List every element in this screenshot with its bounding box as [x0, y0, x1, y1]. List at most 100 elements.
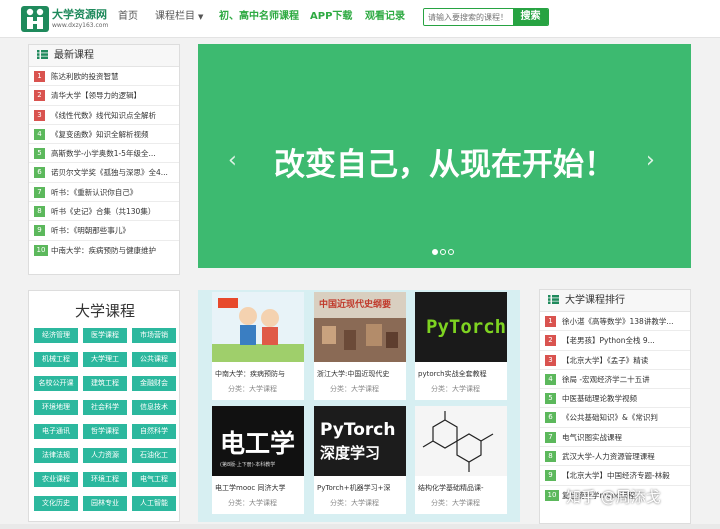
category-tag[interactable]: 名校公开课 [34, 376, 78, 391]
list-item[interactable]: 1 陈达利欧的投资智慧 [29, 67, 179, 87]
list-item[interactable]: 10 中南大学：疾病预防与健康维护 [29, 241, 179, 260]
list-item[interactable]: 9 【北京大学】中国经济专题-林毅 [540, 466, 690, 486]
search-button[interactable]: 搜索 [513, 9, 548, 25]
carousel-dot[interactable] [448, 249, 454, 255]
list-item-label: 诺贝尔文学奖《孤独与深思》全4... [51, 168, 168, 178]
course-grid: 中南大学：疾病预防与 分类：大学课程 中国近现代史纲要 浙江大学:中国近现代史 … [198, 290, 520, 522]
category-tag[interactable]: 公共课程 [132, 352, 176, 367]
nav-home[interactable]: 首页 [118, 0, 138, 38]
nav-history[interactable]: 观看记录 [365, 0, 405, 38]
rank-number: 3 [545, 354, 556, 366]
nav-app-download[interactable]: APP下载 [310, 0, 352, 38]
rank-number: 2 [34, 90, 45, 102]
list-item[interactable]: 6 《公共基础知识》&《常识判 [540, 408, 690, 428]
list-item[interactable]: 2 清华大学【领导力的逻辑】 [29, 86, 179, 106]
list-item[interactable]: 5 中医基础理论教学视频 [540, 389, 690, 409]
category-tag[interactable]: 自然科学 [132, 424, 176, 439]
course-category: 分类：大学课程 [431, 385, 480, 393]
list-item[interactable]: 7 听书：《重新认识你自己》 [29, 183, 179, 203]
list-item-label: 中医基础理论教学视频 [562, 394, 637, 404]
list-item[interactable]: 8 听书《史记》合集（共130集） [29, 202, 179, 222]
ranking-list: 1 徐小湛《高等数学》138讲教学... 2 【老男孩】Python全栈 9... … [540, 312, 690, 505]
list-item-label: 《公共基础知识》&《常识判 [562, 413, 658, 423]
list-item[interactable]: 8 武汉大学-人力资源管理课程 [540, 447, 690, 467]
course-thumbnail: PyTorch 深度学习 [314, 406, 406, 476]
course-thumbnail [415, 406, 507, 476]
category-tag[interactable]: 人工智能 [132, 496, 176, 511]
list-item[interactable]: 1 徐小湛《高等数学》138讲教学... [540, 312, 690, 332]
footer-strip [0, 524, 720, 529]
rank-number: 10 [545, 489, 559, 501]
list-item[interactable]: 4 徐局 -宏观经济学二十五讲 [540, 370, 690, 390]
nav-teachers[interactable]: 初、高中名师课程 [219, 0, 299, 38]
rank-number: 6 [545, 412, 556, 424]
logo-url: www.dxzy163.com [52, 22, 109, 29]
page: 大学资源网 www.dxzy163.com 首页 课程栏目 ▼ 初、高中名师课程 … [0, 0, 720, 529]
course-card[interactable]: 中国近现代史纲要 浙江大学:中国近现代史 分类：大学课程 [314, 292, 406, 400]
list-item-label: 徐局 -宏观经济学二十五讲 [562, 374, 650, 384]
course-card[interactable]: PyTorch pytorch实战全套教程 分类：大学课程 [415, 292, 507, 400]
category-tag[interactable]: 大学理工 [83, 352, 127, 367]
list-item[interactable]: 5 高斯数学-小学奥数1-5年级全... [29, 144, 179, 164]
list-icon [37, 50, 48, 59]
category-tag[interactable]: 经济管理 [34, 328, 78, 343]
watermark: 知乎 @周添戈 [566, 488, 661, 506]
course-card[interactable]: PyTorch 深度学习 PyTorch+机器学习+深 分类：大学课程 [314, 406, 406, 514]
course-card[interactable]: 结构化学基础精品课- 分类：大学课程 [415, 406, 507, 514]
course-thumbnail: PyTorch [415, 292, 507, 362]
list-item[interactable]: 2 【老男孩】Python全栈 9... [540, 331, 690, 351]
category-tag[interactable]: 金融财会 [132, 376, 176, 391]
course-title: 结构化学基础精品课- [418, 484, 484, 492]
logo-title[interactable]: 大学资源网 [52, 6, 107, 22]
course-thumbnail: 中国近现代史纲要 [314, 292, 406, 362]
category-tag[interactable]: 农业课程 [34, 472, 78, 487]
category-tag[interactable]: 园林专业 [83, 496, 127, 511]
latest-panel: 最新课程 1 陈达利欧的投资智慧 2 清华大学【领导力的逻辑】 3 《线性代数》线代知… [28, 44, 180, 275]
logo-icon[interactable] [20, 3, 50, 33]
carousel-dot[interactable] [432, 249, 438, 255]
rank-number: 7 [34, 186, 45, 198]
rank-number: 5 [34, 148, 45, 160]
category-tag[interactable]: 市场营销 [132, 328, 176, 343]
rank-number: 10 [34, 244, 48, 256]
category-tag[interactable]: 电气工程 [132, 472, 176, 487]
category-tag[interactable]: 法律法规 [34, 448, 78, 463]
course-card[interactable]: 电工学 (第8版·上下册)·本科教学 电工学mooc 同济大学 分类：大学课程 [212, 406, 304, 514]
list-item[interactable]: 7 电气识图实战课程 [540, 428, 690, 448]
category-tag[interactable]: 环境地理 [34, 400, 78, 415]
category-tag[interactable]: 信息技术 [132, 400, 176, 415]
category-tag[interactable]: 医学课程 [83, 328, 127, 343]
rank-number: 9 [545, 470, 556, 482]
category-tag[interactable]: 建筑工程 [83, 376, 127, 391]
category-tag[interactable]: 哲学课程 [83, 424, 127, 439]
category-tag[interactable]: 环境工程 [83, 472, 127, 487]
list-item-label: 清华大学【领导力的逻辑】 [51, 91, 141, 101]
course-card[interactable]: 中南大学：疾病预防与 分类：大学课程 [212, 292, 304, 400]
category-panel: 大学课程 经济管理 医学课程 市场营销 机械工程 大学理工 公共课程 名校公开课… [28, 290, 180, 522]
category-tag[interactable]: 社会科学 [83, 400, 127, 415]
rank-number: 6 [34, 167, 45, 179]
list-item[interactable]: 9 听书：《明朝那些事儿》 [29, 221, 179, 241]
list-item[interactable]: 3 【北京大学】《孟子》精读 [540, 351, 690, 370]
course-title: 中南大学：疾病预防与 [215, 370, 285, 378]
rank-number: 4 [34, 128, 45, 140]
category-title: 大学课程 [74, 302, 135, 320]
list-item-label: 中南大学：疾病预防与健康维护 [51, 245, 156, 255]
category-tag[interactable]: 人力资源 [83, 448, 127, 463]
list-item[interactable]: 4 《复变函数》知识全解析视频 [29, 125, 179, 145]
list-item-label: 【北京大学】中国经济专题-林毅 [562, 471, 670, 481]
list-item[interactable]: 3 《线性代数》线代知识点全解析 [29, 106, 179, 125]
list-item[interactable]: 6 诺贝尔文学奖《孤独与深思》全4... [29, 163, 179, 183]
hero-banner[interactable]: ‹ › 改变自己，从现在开始！ [198, 44, 691, 268]
list-item-label: 【老男孩】Python全栈 9... [562, 336, 655, 346]
category-tag[interactable]: 石油化工 [132, 448, 176, 463]
course-thumbnail: 电工学 (第8版·上下册)·本科教学 [212, 406, 304, 476]
nav-courses[interactable]: 课程栏目 ▼ [155, 0, 203, 38]
category-tag[interactable]: 文化历史 [34, 496, 78, 511]
course-category: 分类：大学课程 [330, 385, 379, 393]
carousel-dot[interactable] [440, 249, 446, 255]
category-tag[interactable]: 电子通讯 [34, 424, 78, 439]
latest-title: 最新课程 [54, 50, 94, 61]
search-input[interactable] [424, 9, 514, 25]
category-tag[interactable]: 机械工程 [34, 352, 78, 367]
